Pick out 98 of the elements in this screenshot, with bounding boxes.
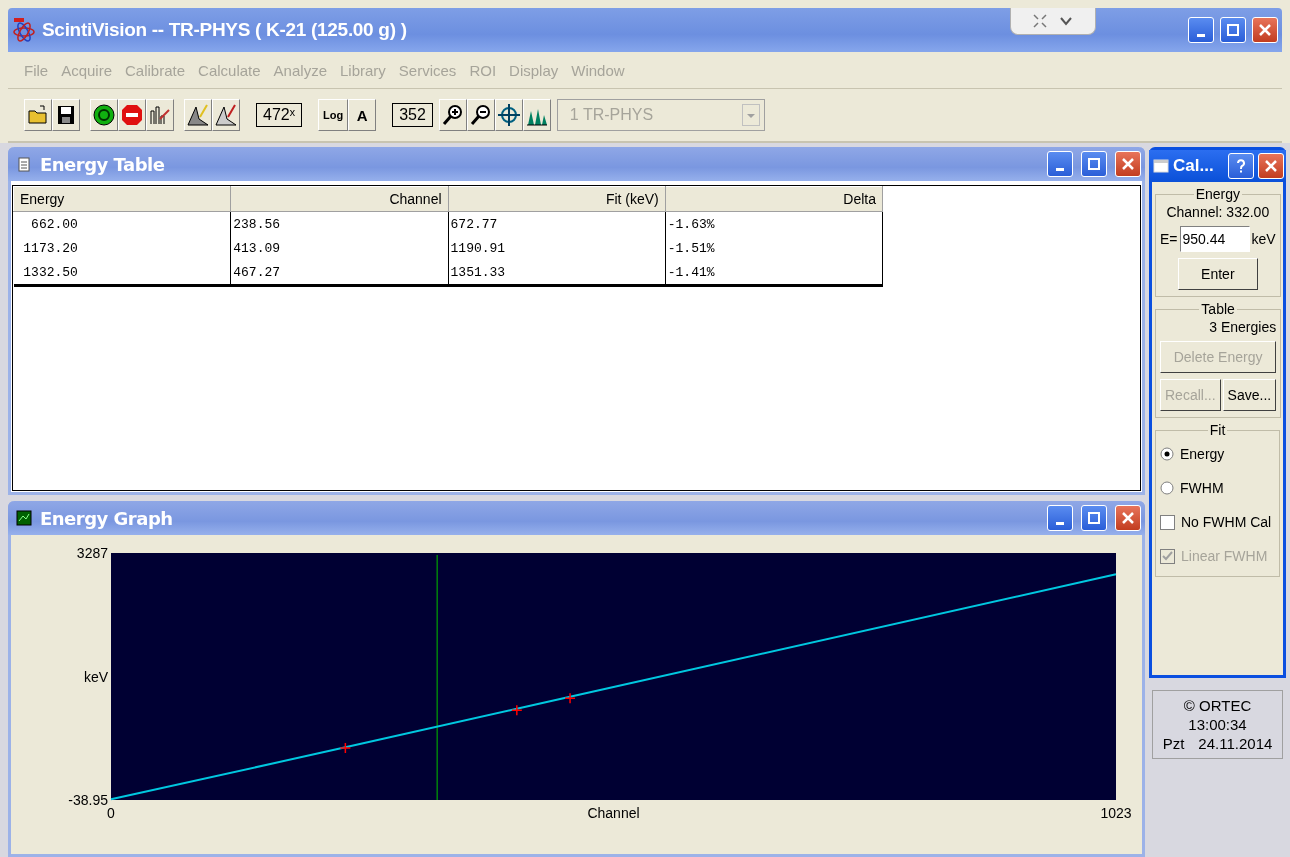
open-folder-icon	[26, 103, 50, 127]
axis-tick-label: -38.95	[68, 792, 108, 808]
zoom-in-button[interactable]	[438, 99, 467, 131]
axis-label: keV	[83, 668, 108, 685]
table-cell-text: 662.00	[30, 216, 78, 232]
help-button[interactable]	[1228, 153, 1254, 179]
column-header[interactable]: Fit (keV)	[448, 186, 666, 212]
dialog-title: Cal...	[1173, 156, 1215, 176]
center-icon	[496, 103, 521, 127]
spectrum-edit-button[interactable]	[146, 99, 174, 131]
atom-icon	[12, 18, 36, 42]
auto-scale-button[interactable]: A	[348, 99, 377, 131]
collapse-icon	[1032, 13, 1048, 29]
window-title: Energy Graph	[40, 507, 174, 529]
table-cell: 1190.91	[450, 240, 506, 256]
energy-count: 3 Energies	[1208, 319, 1277, 335]
peak-icon	[186, 103, 210, 127]
option-label: Energy	[1180, 446, 1225, 462]
zoom-in-icon	[440, 103, 465, 127]
option-label: No FWHM Cal	[1181, 514, 1272, 530]
table-cell: 672.77	[450, 216, 498, 232]
spectrum-edit-icon	[148, 103, 172, 127]
close-icon	[1257, 22, 1273, 38]
window-icon	[1153, 158, 1169, 174]
peak-button[interactable]	[184, 99, 212, 131]
enter-button[interactable]: Enter	[1178, 258, 1258, 290]
log-button[interactable]: Log	[317, 99, 349, 131]
group-label: Fit	[1208, 422, 1227, 438]
group-label: Table	[1200, 301, 1236, 317]
save-button[interactable]	[52, 99, 80, 131]
horizontal-scale-field: 472ˣ	[256, 103, 302, 127]
clock-date: 24.11.2014	[1198, 735, 1273, 752]
maximize-icon	[1225, 22, 1241, 38]
radio-button[interactable]	[1160, 481, 1174, 495]
open-folder-button[interactable]	[24, 99, 52, 131]
stop-icon	[120, 103, 144, 127]
peak-marked-button[interactable]	[212, 99, 240, 131]
maximize-button[interactable]	[1081, 505, 1107, 531]
dialog-button[interactable]: Save...	[1222, 379, 1277, 411]
close-button[interactable]	[1115, 505, 1141, 531]
table-cell-text: 1173.20	[22, 240, 78, 256]
minimize-icon	[1197, 34, 1205, 37]
center-button[interactable]	[494, 99, 523, 131]
table-cell: 413.09	[233, 240, 281, 256]
clock-time: 13:00:34	[1188, 716, 1247, 733]
table-cell: -1.63%	[667, 216, 715, 232]
peaks-button[interactable]	[522, 99, 551, 131]
maximize-button[interactable]	[1220, 17, 1246, 43]
option-label: FWHM	[1180, 480, 1224, 496]
ribbon-tab[interactable]	[1010, 8, 1096, 35]
close-button[interactable]	[1115, 151, 1141, 177]
go-button[interactable]	[90, 99, 118, 131]
axis-label: Channel	[587, 805, 640, 821]
notepad-icon	[16, 156, 32, 172]
channel-readout: Channel: 332.00	[1165, 204, 1271, 220]
table-cell: -1.51%	[667, 240, 715, 256]
stop-button[interactable]	[118, 99, 146, 131]
axis-tick-label: 3287	[76, 545, 108, 561]
graph-icon	[16, 510, 32, 526]
maximize-icon	[1086, 510, 1102, 526]
group-label: Energy	[1194, 186, 1241, 202]
close-icon	[1120, 156, 1136, 172]
window-title: Energy Table	[40, 153, 166, 175]
maximize-button[interactable]	[1081, 151, 1107, 177]
zoom-out-icon	[468, 103, 493, 127]
peak-marked-icon	[214, 103, 238, 127]
unit-label: keV	[1251, 231, 1276, 247]
axis-tick-label: 1023	[1100, 805, 1132, 821]
close-button[interactable]	[1258, 153, 1284, 179]
option-label: Linear FWHM	[1181, 548, 1268, 564]
column-header[interactable]: Energy	[13, 186, 231, 212]
maximize-icon	[1086, 156, 1102, 172]
axis-tick-label: 0	[107, 805, 115, 821]
app-title: ScintiVision -- TR-PHYS ( K-21 (125.00 g) )	[42, 19, 407, 41]
minimize-button[interactable]	[1188, 17, 1214, 43]
table-cell: 467.27	[233, 264, 281, 280]
minimize-button[interactable]	[1047, 505, 1073, 531]
table-cell: -1.41%	[667, 264, 715, 280]
minimize-button[interactable]	[1047, 151, 1073, 177]
close-icon	[1263, 158, 1279, 174]
column-header[interactable]: Delta	[665, 186, 883, 212]
minimize-icon	[1056, 168, 1064, 171]
close-icon	[1120, 510, 1136, 526]
copyright-text: © ORTEC	[1183, 697, 1252, 714]
close-button[interactable]	[1252, 17, 1278, 43]
zoom-out-button[interactable]	[466, 99, 495, 131]
table-cell: 238.56	[233, 216, 281, 232]
weekday: Pzt	[1162, 735, 1185, 752]
minimize-icon	[1056, 522, 1064, 525]
radio-button[interactable]	[1160, 447, 1174, 461]
checkbox[interactable]	[1160, 514, 1175, 530]
energy-input[interactable]: 950.44	[1179, 226, 1250, 252]
table-cell-text: 1332.50	[22, 264, 78, 280]
column-header[interactable]: Channel	[230, 186, 449, 212]
energy-label: E=	[1160, 231, 1178, 247]
table-cell: 1351.33	[450, 264, 506, 280]
go-icon	[92, 103, 116, 127]
vertical-scale-field: 352	[392, 103, 433, 127]
